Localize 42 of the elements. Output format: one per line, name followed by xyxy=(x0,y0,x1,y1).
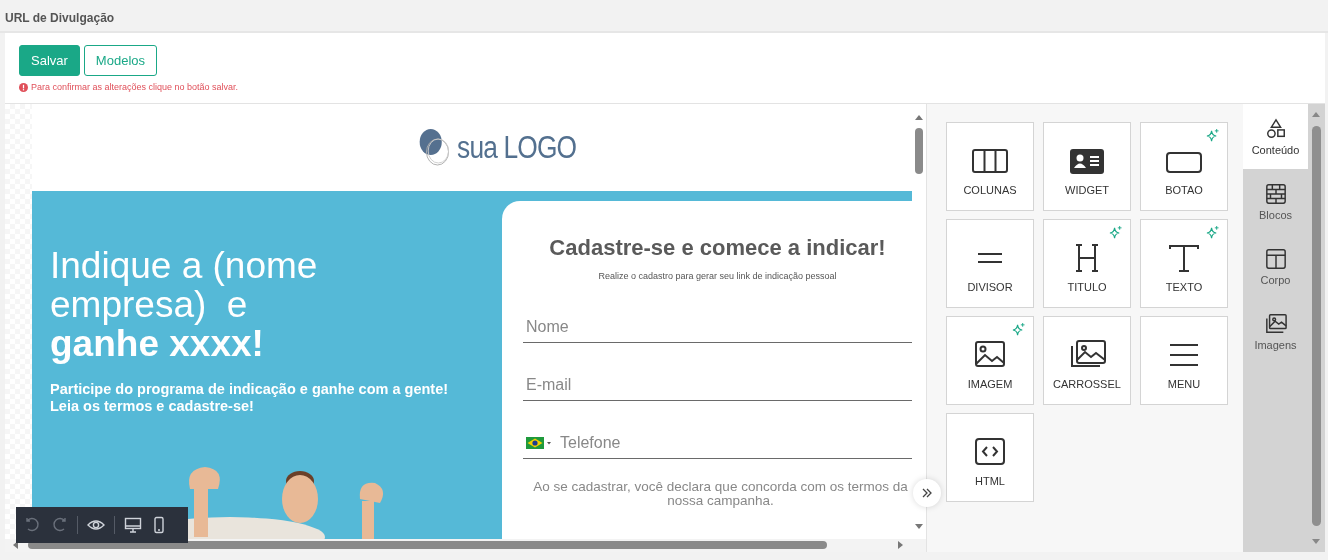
side-tab[interactable]: Blocos xyxy=(1243,169,1308,234)
block-tile[interactable]: WIDGET xyxy=(1043,122,1131,211)
block-tile[interactable]: TEXTO xyxy=(1140,219,1228,308)
block-tile[interactable]: BOTAO xyxy=(1140,122,1228,211)
block-label: TITULO xyxy=(1067,281,1107,293)
images-icon xyxy=(1264,312,1287,335)
logo: sua LOGO xyxy=(417,127,577,168)
panel-scrollbar[interactable] xyxy=(1308,104,1325,552)
side-tab[interactable]: Imagens xyxy=(1243,299,1308,364)
block-tile[interactable]: MENU xyxy=(1140,316,1228,405)
brick-wall-icon xyxy=(1264,182,1287,205)
flag-icon[interactable] xyxy=(526,437,552,449)
info-icon xyxy=(19,82,28,92)
block-label: WIDGET xyxy=(1065,184,1109,196)
headline: Indique a (nome empresa) e ganhe xxxx! xyxy=(50,246,319,363)
block-label: HTML xyxy=(975,475,1005,487)
block-tile[interactable]: COLUNAS xyxy=(946,122,1034,211)
form-title: Cadastre-se e comece a indicar! xyxy=(548,235,887,261)
double-chevron-icon xyxy=(921,487,933,499)
side-tab[interactable]: Conteúdo xyxy=(1243,104,1308,169)
horizontal-scrollbar[interactable] xyxy=(5,539,926,552)
block-label: COLUNAS xyxy=(963,184,1017,196)
block-label: TEXTO xyxy=(1165,281,1203,293)
notice-text: Para confirmar as alterações clique no botão salvar. xyxy=(31,82,239,92)
block-tile[interactable]: CARROSSEL xyxy=(1043,316,1131,405)
block-label: MENU xyxy=(1167,378,1201,390)
block-tile[interactable]: TITULO xyxy=(1043,219,1131,308)
layout-icon xyxy=(1264,247,1287,270)
divider-icon xyxy=(977,252,1003,264)
block-tile[interactable]: IMAGEM xyxy=(946,316,1034,405)
block-label: DIVISOR xyxy=(967,281,1013,293)
block-label: BOTAO xyxy=(1165,184,1203,196)
block-label: IMAGEM xyxy=(967,378,1013,390)
shapes-icon xyxy=(1264,117,1287,140)
block-label: CARROSSEL xyxy=(1053,378,1121,390)
block-tile[interactable]: HTML xyxy=(946,413,1034,502)
consent-text: Ao se cadastrar, você declara que concorda com os termos da nossa campanha. xyxy=(532,480,909,508)
side-tab[interactable]: Corpo xyxy=(1243,234,1308,299)
form-subtitle: Realize o cadastro para gerar seu link de indicação pessoal xyxy=(597,271,838,281)
input-field[interactable]: Telefone xyxy=(523,401,912,459)
hero-subtext: Participe do programa de indicação e ganhe com a gente! Leia os termos e cadastre-se! xyxy=(50,381,450,415)
block-tile[interactable]: DIVISOR xyxy=(946,219,1034,308)
